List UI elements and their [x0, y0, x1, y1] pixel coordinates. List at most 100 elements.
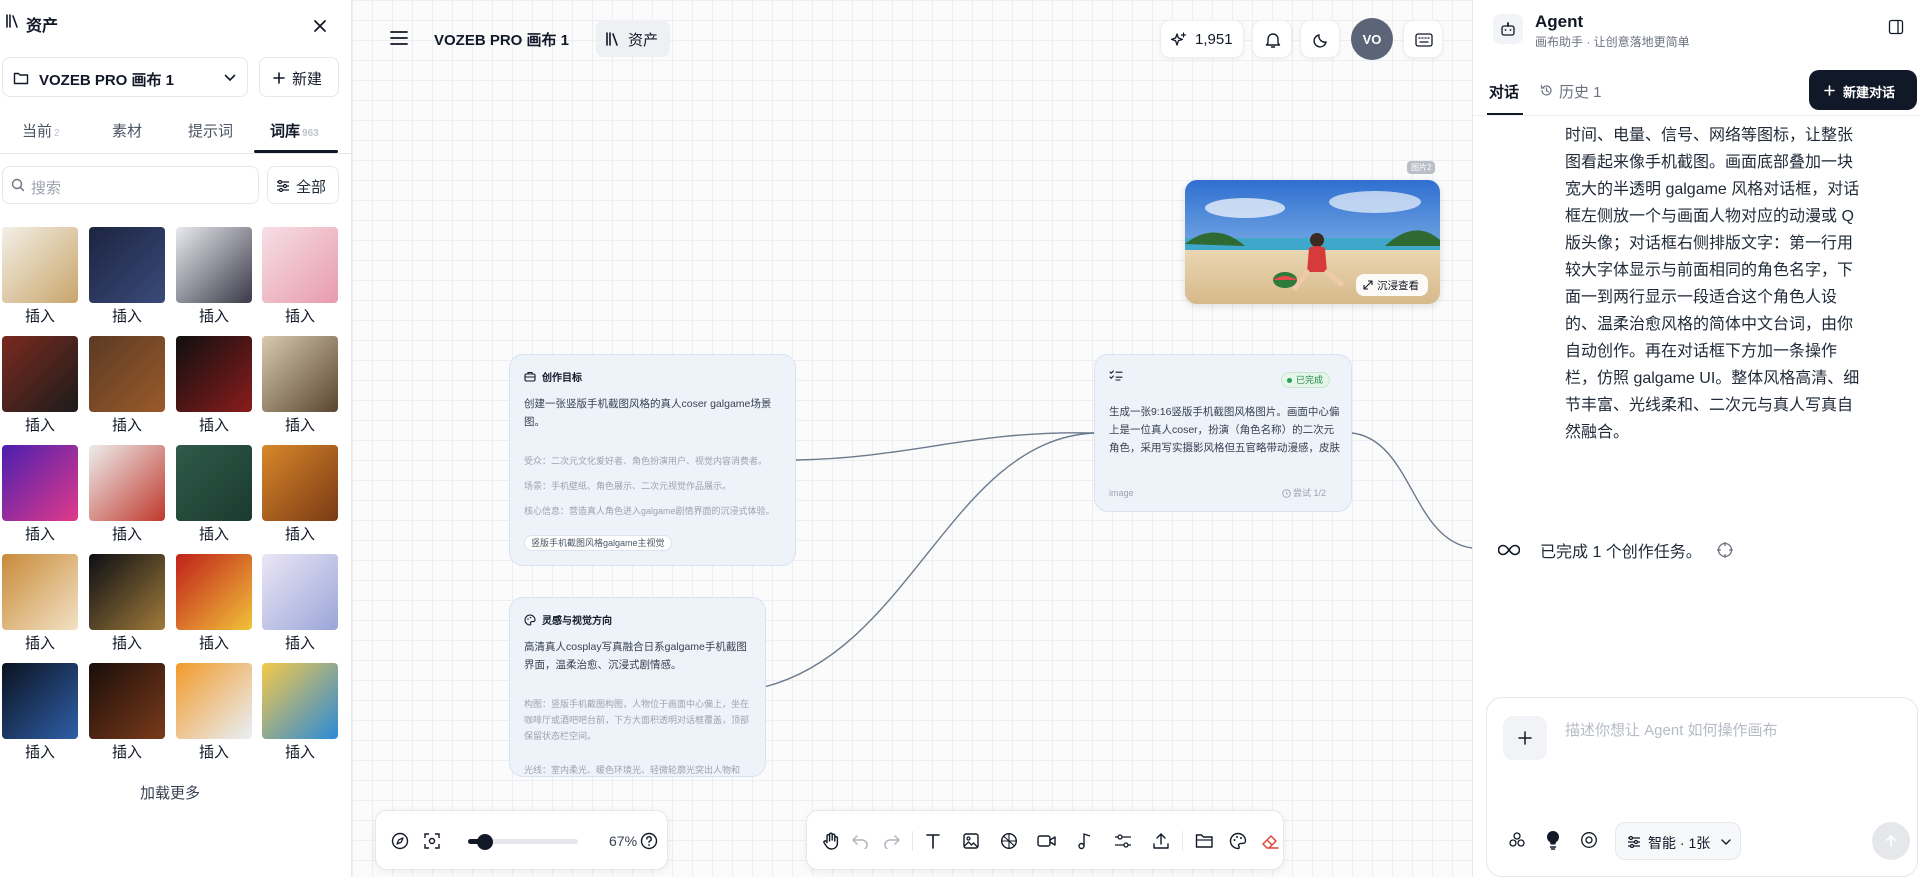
asset-thumbnail[interactable] [89, 663, 165, 739]
insert-button[interactable]: 插入 [176, 305, 252, 326]
asset-thumbnail[interactable] [89, 336, 165, 412]
insert-button[interactable]: 插入 [176, 741, 252, 762]
canvas[interactable]: VOZEB PRO 画布 1 资产 1,951 VO 图片2 沉浸查看 创作目标… [352, 0, 1472, 877]
insert-button[interactable]: 插入 [262, 523, 338, 544]
asset-thumbnail[interactable] [2, 663, 78, 739]
asset-thumbnail[interactable] [176, 663, 252, 739]
zoom-toolbar: 67% [375, 810, 668, 870]
asset-thumbnail[interactable] [89, 554, 165, 630]
shapes-icon[interactable] [996, 828, 1022, 854]
search-input[interactable]: 搜索 [2, 166, 259, 204]
video-icon[interactable] [1034, 828, 1060, 854]
asset-thumbnail[interactable] [2, 554, 78, 630]
insert-button[interactable]: 插入 [176, 523, 252, 544]
insert-button[interactable]: 插入 [2, 632, 78, 653]
active-tab-indicator [254, 150, 338, 153]
asset-thumbnail[interactable] [2, 227, 78, 303]
inspiration-node[interactable]: 灵感与视觉方向 高清真人cosplay写真融合日系galgame手机截图界面，温… [509, 597, 766, 777]
composer-input[interactable]: 描述你想让 Agent 如何操作画布 [1565, 719, 1778, 740]
asset-thumbnail[interactable] [262, 445, 338, 521]
theme-toggle-button[interactable] [1300, 20, 1340, 58]
attach-button[interactable] [1503, 716, 1547, 760]
fit-screen-icon[interactable] [419, 828, 445, 854]
asset-thumbnail[interactable] [262, 227, 338, 303]
text-icon[interactable] [920, 828, 946, 854]
asset-thumbnail[interactable] [89, 445, 165, 521]
goal-node[interactable]: 创作目标 创建一张竖版手机截图风格的真人coser galgame场景图。 受众… [509, 354, 796, 566]
history-icon [1539, 83, 1553, 97]
insert-button[interactable]: 插入 [89, 632, 165, 653]
tools-toolbar [806, 810, 1284, 870]
assets-toggle-button[interactable]: 资产 [596, 20, 670, 57]
asset-thumbnail[interactable] [176, 445, 252, 521]
insert-button[interactable]: 插入 [262, 414, 338, 435]
task-node[interactable]: 已完成 生成一张9:16竖版手机截图风格图片。画面中心偏上是一位真人coser，… [1094, 354, 1352, 512]
adjust-icon[interactable] [1110, 828, 1136, 854]
tab-materials[interactable]: 素材 [112, 120, 142, 141]
insert-button[interactable]: 插入 [176, 632, 252, 653]
music-icon[interactable] [1072, 828, 1098, 854]
asset-thumbnail[interactable] [262, 663, 338, 739]
insert-button[interactable]: 插入 [262, 741, 338, 762]
tab-lexicon[interactable]: 词库 963 [270, 120, 319, 141]
sidebar-collapse-icon[interactable] [1887, 18, 1905, 36]
close-icon[interactable] [308, 14, 332, 38]
tab-history[interactable]: 历史 1 [1559, 81, 1602, 102]
zoom-slider-thumb[interactable] [476, 834, 493, 850]
immersive-view-button[interactable]: 沉浸查看 [1356, 274, 1428, 296]
tab-prompts[interactable]: 提示词 [188, 120, 233, 141]
project-select[interactable]: VOZEB PRO 画布 1 [2, 57, 248, 97]
generated-image[interactable]: 沉浸查看 [1185, 180, 1440, 304]
upload-icon[interactable] [1148, 828, 1174, 854]
undo-icon[interactable] [847, 828, 873, 854]
tab-current[interactable]: 当前 2 [22, 120, 60, 141]
keyboard-shortcuts-button[interactable] [1403, 20, 1443, 58]
compass-icon[interactable] [387, 828, 413, 854]
nodes-icon[interactable] [1505, 828, 1529, 852]
filter-button[interactable]: 全部 [267, 166, 339, 204]
insert-button[interactable]: 插入 [89, 305, 165, 326]
asset-thumbnail[interactable] [89, 227, 165, 303]
palette-icon[interactable] [1225, 828, 1251, 854]
image-icon[interactable] [958, 828, 984, 854]
zoom-slider[interactable] [468, 834, 578, 850]
hand-icon[interactable] [818, 828, 844, 854]
assets-panel-header: 资产 [0, 0, 351, 50]
insert-button[interactable]: 插入 [89, 741, 165, 762]
project-select-value: VOZEB PRO 画布 1 [39, 72, 175, 89]
asset-thumbnail[interactable] [176, 336, 252, 412]
redo-icon[interactable] [879, 828, 905, 854]
insert-button[interactable]: 插入 [2, 741, 78, 762]
insert-button[interactable]: 插入 [2, 414, 78, 435]
folder-open-icon[interactable] [1192, 828, 1218, 854]
insert-button[interactable]: 插入 [262, 632, 338, 653]
help-icon[interactable] [636, 828, 662, 854]
insert-button[interactable]: 插入 [2, 523, 78, 544]
asset-thumbnail[interactable] [262, 336, 338, 412]
tab-chat[interactable]: 对话 [1489, 81, 1519, 102]
credits-button[interactable]: 1,951 [1160, 20, 1244, 58]
insert-button[interactable]: 插入 [89, 414, 165, 435]
camera-lens-icon[interactable] [1577, 828, 1601, 852]
insert-button[interactable]: 插入 [2, 305, 78, 326]
new-chat-button[interactable]: 新建对话 [1809, 70, 1917, 110]
asset-thumbnail[interactable] [176, 227, 252, 303]
insert-button[interactable]: 插入 [262, 305, 338, 326]
insert-button[interactable]: 插入 [176, 414, 252, 435]
load-more-button[interactable]: 加载更多 [0, 782, 340, 803]
asset-thumbnail[interactable] [176, 554, 252, 630]
send-button[interactable] [1872, 822, 1910, 860]
notifications-button[interactable] [1252, 20, 1292, 58]
tab-materials-label: 素材 [112, 123, 143, 140]
avatar[interactable]: VO [1351, 18, 1393, 60]
menu-icon[interactable] [388, 27, 410, 49]
eraser-icon[interactable] [1257, 828, 1283, 854]
lightbulb-icon[interactable] [1541, 828, 1565, 852]
asset-thumbnail[interactable] [2, 336, 78, 412]
mode-select[interactable]: 智能 · 1张 [1615, 822, 1741, 860]
crosshair-icon[interactable] [1715, 540, 1735, 560]
asset-thumbnail[interactable] [262, 554, 338, 630]
asset-thumbnail[interactable] [2, 445, 78, 521]
insert-button[interactable]: 插入 [89, 523, 165, 544]
new-project-button[interactable]: 新建 [259, 57, 339, 97]
